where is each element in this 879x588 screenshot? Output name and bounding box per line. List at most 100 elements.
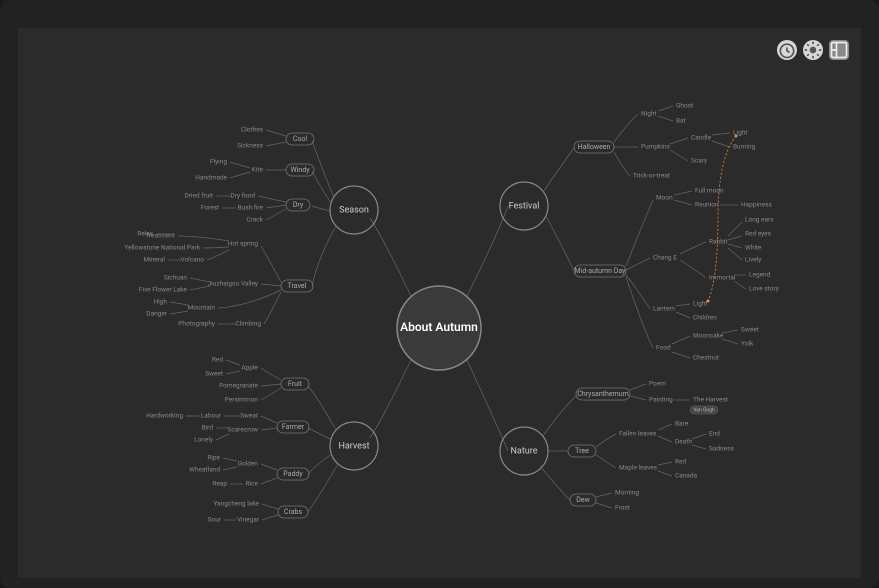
svg-text:Happiness: Happiness bbox=[741, 201, 772, 209]
svg-text:Mineral: Mineral bbox=[144, 256, 166, 264]
svg-text:Sweat: Sweat bbox=[240, 412, 258, 420]
svg-text:Burning: Burning bbox=[733, 143, 756, 151]
app-frame: About Autumn Season Cool Clothes Sicknes… bbox=[0, 0, 879, 588]
center-label: About Autumn bbox=[400, 320, 478, 334]
svg-text:Sour: Sour bbox=[208, 516, 222, 524]
theme-icon[interactable] bbox=[803, 40, 823, 60]
svg-text:Paddy: Paddy bbox=[283, 470, 303, 478]
svg-text:Rabbit: Rabbit bbox=[709, 238, 728, 246]
svg-text:Golden: Golden bbox=[238, 460, 259, 468]
svg-text:Cool: Cool bbox=[293, 135, 308, 143]
svg-text:Handmade: Handmade bbox=[195, 174, 227, 182]
svg-text:Five Flower Lake: Five Flower Lake bbox=[139, 286, 188, 294]
svg-text:Red: Red bbox=[212, 356, 223, 364]
branch-season-label: Season bbox=[339, 205, 369, 215]
svg-text:Chang E: Chang E bbox=[653, 254, 677, 262]
svg-text:Dew: Dew bbox=[576, 496, 590, 504]
svg-text:Vinegar: Vinegar bbox=[237, 516, 260, 524]
svg-text:Yolk: Yolk bbox=[741, 340, 754, 348]
svg-text:Crabs: Crabs bbox=[284, 508, 303, 516]
svg-text:Yangcheng lake: Yangcheng lake bbox=[213, 500, 259, 508]
svg-text:Farmer: Farmer bbox=[282, 423, 305, 431]
svg-text:Flying: Flying bbox=[210, 158, 227, 166]
svg-text:Crack: Crack bbox=[246, 216, 263, 224]
svg-text:Reunion: Reunion bbox=[695, 201, 719, 209]
toolbar bbox=[777, 40, 849, 60]
layout-icon[interactable] bbox=[829, 40, 849, 60]
svg-text:Reap: Reap bbox=[212, 480, 227, 488]
svg-text:Sichuan: Sichuan bbox=[164, 274, 188, 282]
svg-text:Travel: Travel bbox=[288, 282, 307, 290]
svg-text:Full moon: Full moon bbox=[695, 187, 724, 195]
svg-text:Volcano: Volcano bbox=[180, 256, 204, 264]
svg-text:Harvest: Harvest bbox=[338, 441, 369, 451]
svg-text:Halloween: Halloween bbox=[578, 143, 611, 151]
svg-text:Van Gogh: Van Gogh bbox=[693, 407, 715, 413]
svg-text:Labour: Labour bbox=[201, 412, 222, 420]
svg-text:Mooncake: Mooncake bbox=[693, 332, 724, 340]
svg-text:Ripe: Ripe bbox=[207, 454, 220, 462]
svg-text:Scarecrow: Scarecrow bbox=[227, 426, 258, 434]
svg-text:Climbing: Climbing bbox=[235, 320, 261, 328]
svg-text:Pumpkins: Pumpkins bbox=[641, 143, 670, 151]
svg-text:Frost: Frost bbox=[615, 504, 630, 512]
svg-text:Red: Red bbox=[675, 458, 686, 466]
svg-text:Legend: Legend bbox=[749, 271, 771, 279]
svg-text:Windy: Windy bbox=[290, 166, 310, 174]
mindmap-canvas[interactable]: About Autumn Season Cool Clothes Sicknes… bbox=[18, 28, 861, 578]
svg-text:Bare: Bare bbox=[675, 420, 689, 428]
svg-text:Scary: Scary bbox=[691, 157, 707, 165]
svg-text:Persimmon: Persimmon bbox=[225, 396, 259, 404]
svg-text:Moon: Moon bbox=[656, 194, 673, 202]
svg-text:Candle: Candle bbox=[691, 134, 712, 142]
svg-text:Yellowstone National Park: Yellowstone National Park bbox=[124, 244, 200, 252]
svg-text:Painting: Painting bbox=[649, 396, 673, 404]
svg-text:Hardworking: Hardworking bbox=[146, 412, 183, 420]
svg-text:Dried fruit: Dried fruit bbox=[184, 192, 213, 200]
svg-text:Clothes: Clothes bbox=[241, 126, 264, 134]
svg-text:Long ears: Long ears bbox=[745, 216, 774, 224]
svg-text:Relax: Relax bbox=[137, 230, 154, 238]
svg-text:Lonely: Lonely bbox=[194, 436, 213, 444]
svg-text:Ghost: Ghost bbox=[676, 102, 693, 110]
svg-text:White: White bbox=[745, 244, 762, 252]
svg-text:Nature: Nature bbox=[511, 446, 538, 456]
svg-text:Canada: Canada bbox=[675, 472, 698, 480]
svg-text:High: High bbox=[154, 298, 168, 306]
svg-text:Red eyes: Red eyes bbox=[745, 230, 772, 238]
svg-text:Sweet: Sweet bbox=[205, 370, 223, 378]
svg-text:Death: Death bbox=[675, 438, 692, 446]
svg-text:Mountain: Mountain bbox=[188, 304, 216, 312]
svg-text:Danger: Danger bbox=[146, 310, 167, 318]
svg-text:Tree: Tree bbox=[575, 447, 589, 455]
svg-text:Lantern: Lantern bbox=[653, 305, 675, 313]
svg-text:Morning: Morning bbox=[615, 489, 639, 497]
svg-text:Food: Food bbox=[656, 344, 671, 352]
svg-text:Hot spring: Hot spring bbox=[228, 240, 258, 248]
svg-text:Light: Light bbox=[693, 300, 707, 308]
svg-text:Children: Children bbox=[693, 314, 717, 322]
timer-icon[interactable] bbox=[777, 40, 797, 60]
svg-text:The Harvest: The Harvest bbox=[693, 396, 728, 404]
svg-text:Dry: Dry bbox=[293, 201, 304, 209]
svg-text:Chestnut: Chestnut bbox=[693, 354, 719, 362]
svg-text:Maple leaves: Maple leaves bbox=[619, 464, 658, 472]
svg-text:Dry food: Dry food bbox=[230, 192, 255, 200]
svg-text:Immortal: Immortal bbox=[709, 274, 736, 282]
svg-text:Bird: Bird bbox=[202, 424, 214, 432]
svg-text:Photography: Photography bbox=[178, 320, 215, 328]
svg-text:Sickness: Sickness bbox=[237, 142, 264, 150]
svg-text:Fruit: Fruit bbox=[288, 380, 303, 388]
svg-text:Bat: Bat bbox=[676, 117, 686, 125]
svg-text:Sadness: Sadness bbox=[709, 445, 734, 453]
svg-text:Wheatland: Wheatland bbox=[189, 466, 220, 474]
svg-text:Rice: Rice bbox=[246, 480, 259, 488]
svg-text:End: End bbox=[709, 430, 720, 438]
svg-text:Chrysanthemum: Chrysanthemum bbox=[577, 390, 628, 398]
svg-text:Kite: Kite bbox=[252, 166, 264, 174]
svg-text:Love story: Love story bbox=[749, 285, 779, 293]
svg-text:Fallen leaves: Fallen leaves bbox=[619, 430, 657, 438]
svg-text:Poem: Poem bbox=[649, 380, 666, 388]
svg-text:Forest: Forest bbox=[201, 204, 219, 212]
svg-text:Trick-or-treat: Trick-or-treat bbox=[633, 172, 670, 180]
